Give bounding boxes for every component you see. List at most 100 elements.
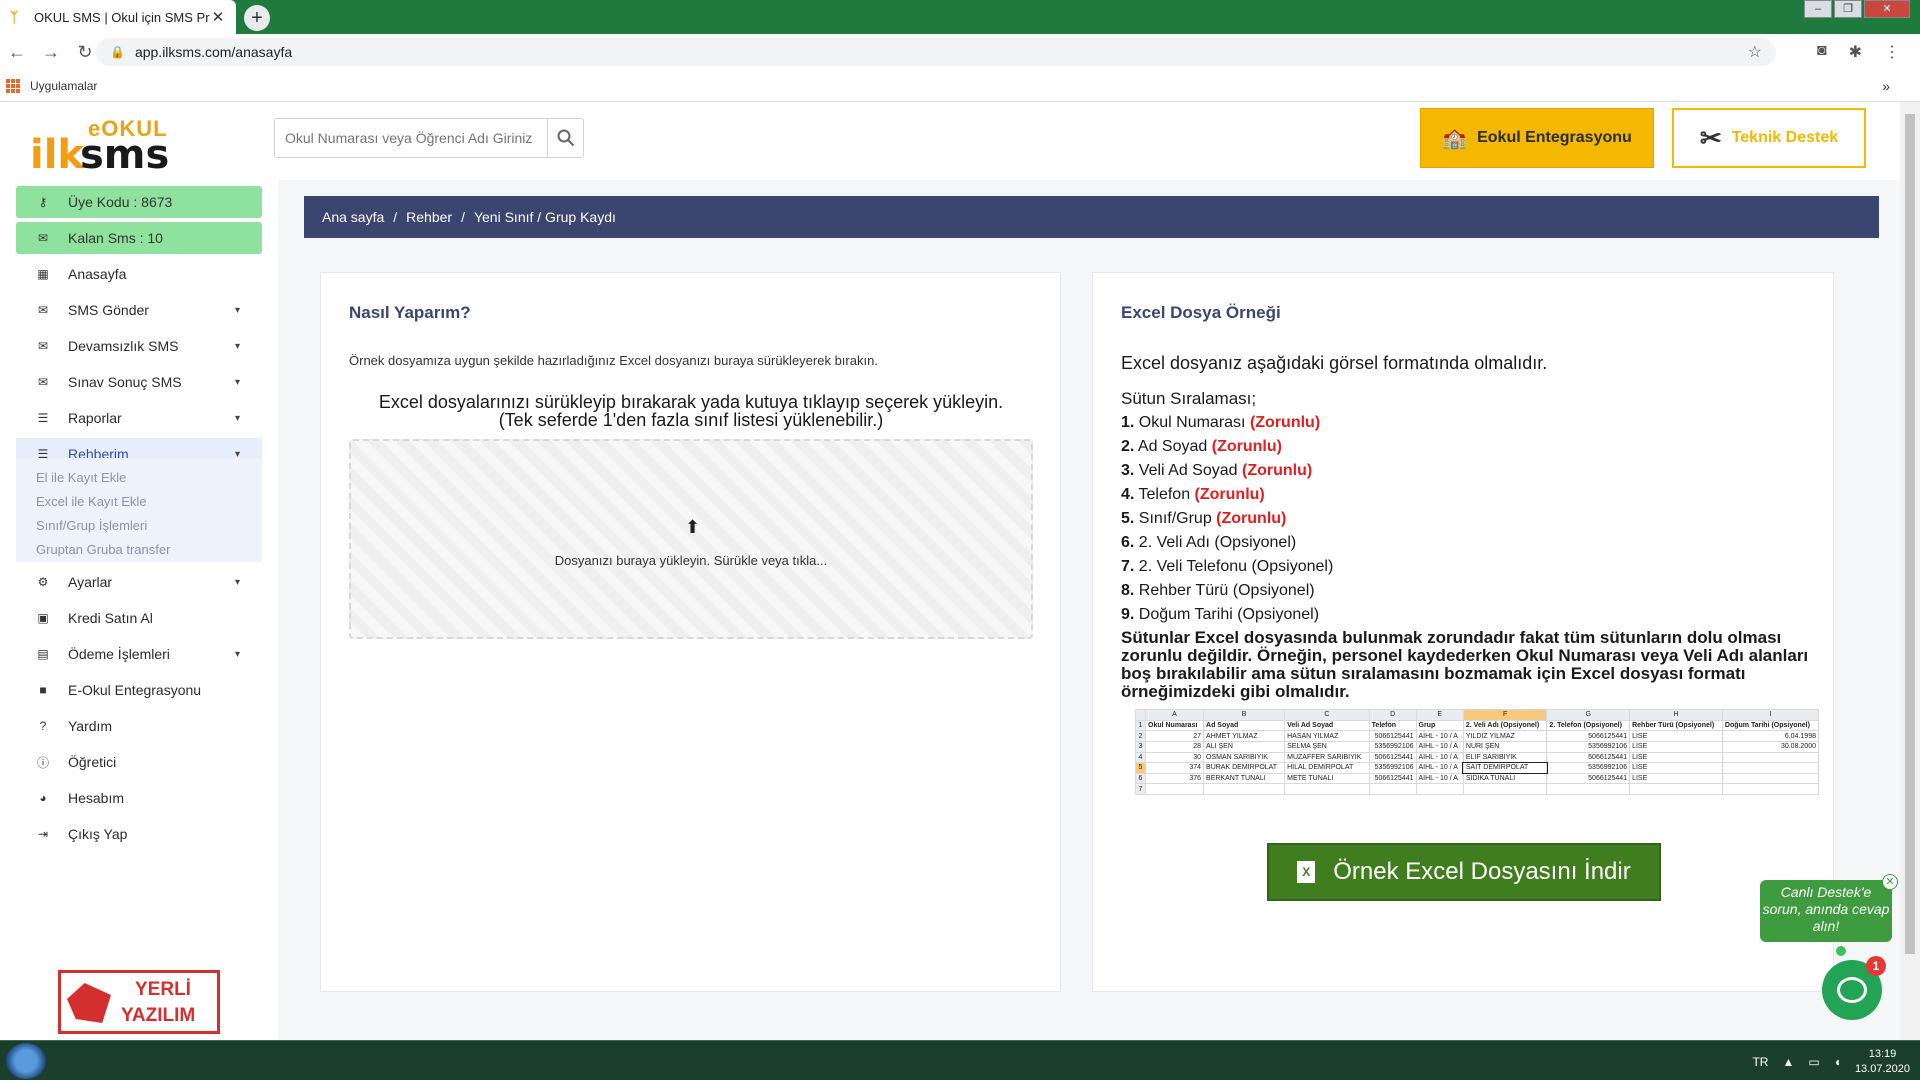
excel-sample-card: Excel Dosya Örneği Excel dosyanız aşağıd…	[1092, 272, 1834, 992]
school-icon: 🏫	[1442, 127, 1468, 150]
sheet-cell: AİHL - 10 / A	[1415, 772, 1464, 785]
search-box	[274, 118, 584, 158]
column-name: Telefon	[1138, 486, 1191, 503]
tab-title: OKUL SMS | Okul için SMS Prog	[34, 9, 210, 25]
apps-icon[interactable]	[6, 78, 20, 93]
sidebar-item-raporlar[interactable]: ☰ Raporlar ▾	[16, 402, 262, 434]
breadcrumb-home[interactable]: Ana sayfa	[322, 209, 384, 225]
forward-icon[interactable]: →	[34, 42, 68, 63]
search-button[interactable]	[547, 119, 583, 157]
sidebar-item-yardim[interactable]: ? Yardım	[16, 710, 262, 742]
chat-unread-badge: 1	[1866, 956, 1886, 976]
envelope-icon: ✉	[37, 339, 49, 353]
column-number: 5.	[1121, 510, 1135, 527]
excel-format-text: Excel dosyanız aşağıdaki görsel formatın…	[1121, 353, 1548, 373]
sidebar-item-sinav-sonuc[interactable]: ✉ Sınav Sonuç SMS ▾	[16, 366, 262, 398]
breadcrumb-separator: /	[461, 209, 465, 225]
breadcrumb-current: Yeni Sınıf / Grup Kaydı	[473, 209, 616, 225]
support-button-label: Teknik Destek	[1731, 129, 1839, 146]
file-dropzone[interactable]: ⬆ Dosyanızı buraya yükleyin. Sürükle vey…	[349, 439, 1033, 639]
language-indicator[interactable]: TR	[1752, 1055, 1768, 1069]
volume-icon[interactable]: ◖	[1834, 1055, 1841, 1069]
maximize-button[interactable]: ❐	[1834, 0, 1862, 18]
browser-tab[interactable]: ᛉ OKUL SMS | Okul için SMS Prog ✕	[0, 0, 236, 34]
sheet-cell: SELMA ŞEN	[1284, 740, 1370, 753]
app-header: eOKUL ilk sms 🏫 Eokul Entegrasyonu ✂ Tek…	[0, 102, 1900, 180]
sidebar-item-eokul[interactable]: ■ E-Okul Entegrasyonu	[16, 674, 262, 706]
start-button[interactable]	[6, 1043, 46, 1079]
sidebar-item-hesabim[interactable]: ◕ Hesabım	[16, 782, 262, 814]
logo[interactable]: eOKUL ilk sms	[30, 110, 190, 178]
tech-support-button[interactable]: ✂ Teknik Destek	[1672, 108, 1866, 168]
sheet-header-cell: Rehber Türü (Opsiyonel)	[1629, 719, 1723, 732]
bookmark-star-icon[interactable]: ☆	[1748, 42, 1762, 62]
download-button-label: Örnek Excel Dosyasını İndir	[1333, 858, 1631, 885]
sheet-cell	[1368, 783, 1417, 795]
sidebar: ⚷ Üye Kodu : 8673 ✉ Kalan Sms : 10 ▦ Ana…	[0, 180, 278, 1040]
sheet-cell	[1721, 751, 1820, 764]
column-item: 6. 2. Veli Adı (Opsiyonel)	[1121, 531, 1333, 555]
back-icon[interactable]: ←	[0, 42, 34, 63]
sheet-col-letter: F	[1462, 709, 1548, 721]
submenu-excel-ile-kayit[interactable]: Excel ile Kayıt Ekle	[36, 494, 147, 509]
column-item: 2. Ad Soyad (Zorunlu)	[1121, 435, 1333, 459]
sheet-letter-row: A B C D E F G H I	[1135, 709, 1820, 721]
scrollbar-thumb[interactable]	[1905, 114, 1915, 954]
clock-time: 13:19	[1868, 1048, 1897, 1060]
search-input[interactable]	[275, 119, 545, 157]
sidebar-item-label: Raporlar	[68, 410, 122, 426]
sidebar-item-anasayfa[interactable]: ▦ Anasayfa	[16, 258, 262, 290]
live-support-bubble[interactable]: Canlı Destek'e sorun, anında cevap alın!…	[1760, 874, 1898, 942]
sidebar-item-label: Öğretici	[68, 754, 117, 770]
sidebar-item-ogretici[interactable]: ⓘ Öğretici	[16, 746, 262, 778]
page-scrollbar[interactable]	[1900, 102, 1920, 1040]
yerli-yazilim-badge: YERLİ YAZILIM	[58, 970, 220, 1034]
minimize-button[interactable]: –	[1804, 0, 1832, 18]
bookmarks-overflow-icon[interactable]: »	[1882, 78, 1890, 94]
sidebar-item-sms-gonder[interactable]: ✉ SMS Gönder ▾	[16, 294, 262, 326]
sheet-cell: 5066125441	[1368, 730, 1417, 742]
column-name: Ad Soyad	[1137, 438, 1208, 455]
submenu-el-ile-kayit[interactable]: El ile Kayıt Ekle	[36, 470, 126, 485]
sheet-cell	[1721, 772, 1820, 785]
sheet-cell: SIDIKA TUNALI	[1462, 772, 1548, 785]
submenu-sinif-grup[interactable]: Sınıf/Grup İşlemleri	[36, 518, 147, 533]
window-close-button[interactable]: ✕	[1864, 0, 1910, 18]
sidebar-item-ayarlar[interactable]: ⚙ Ayarlar ▾	[16, 566, 262, 598]
tab-close-icon[interactable]: ✕	[210, 8, 226, 26]
bookmark-apps[interactable]: Uygulamalar	[30, 79, 97, 93]
sidebar-item-cikis[interactable]: ⇥ Çıkış Yap	[16, 818, 262, 850]
column-item: 7. 2. Veli Telefonu (Opsiyonel)	[1121, 555, 1333, 579]
sheet-cell: 5356992106	[1546, 740, 1631, 753]
sidebar-item-devamsizlik[interactable]: ✉ Devamsızlık SMS ▾	[16, 330, 262, 362]
sheet-cell: 5356992106	[1368, 740, 1417, 753]
sidebar-item-kredi[interactable]: ▣ Kredi Satın Al	[16, 602, 262, 634]
handshake-icon	[67, 983, 111, 1023]
sidebar-item-odeme[interactable]: ▤ Ödeme İşlemleri ▾	[16, 638, 262, 670]
sheet-cell: 27	[1144, 730, 1205, 742]
submenu-gruptan-gruba[interactable]: Gruptan Gruba transfer	[36, 542, 170, 557]
close-icon[interactable]: ✕	[1882, 874, 1898, 890]
required-tag: (Zorunlu)	[1216, 510, 1287, 527]
sheet-header-cell: Telefon	[1368, 719, 1417, 732]
url-field[interactable]: 🔒 app.ilksms.com/anasayfa ☆	[96, 38, 1776, 66]
camera-icon[interactable]: ◙	[1817, 42, 1827, 62]
help-icon: ?	[39, 719, 47, 733]
column-name: Doğum Tarihi (Opsiyonel)	[1138, 606, 1320, 623]
network-icon[interactable]: ▭	[1808, 1055, 1819, 1069]
tray-expand-icon[interactable]: ▲	[1782, 1055, 1794, 1069]
extensions-icon[interactable]: ✱	[1849, 42, 1862, 62]
menu-icon[interactable]: ⋮	[1884, 42, 1900, 62]
required-tag: (Zorunlu)	[1211, 438, 1282, 455]
excel-sample-title: Excel Dosya Örneği	[1121, 303, 1281, 322]
clock[interactable]: 13:19 13.07.2020	[1855, 1047, 1910, 1077]
list-icon: ☰	[37, 411, 49, 425]
sheet-cell: AİHL - 10 / A	[1415, 740, 1464, 753]
eokul-integration-button[interactable]: 🏫 Eokul Entegrasyonu	[1420, 108, 1654, 168]
lock-icon: 🔒	[110, 45, 125, 59]
breadcrumb-rehber[interactable]: Rehber	[406, 209, 452, 225]
download-sample-excel-button[interactable]: X Örnek Excel Dosyasını İndir	[1267, 843, 1661, 901]
column-number: 4.	[1121, 486, 1135, 503]
sheet-row: 7	[1135, 783, 1820, 795]
new-tab-button[interactable]: +	[244, 5, 270, 31]
